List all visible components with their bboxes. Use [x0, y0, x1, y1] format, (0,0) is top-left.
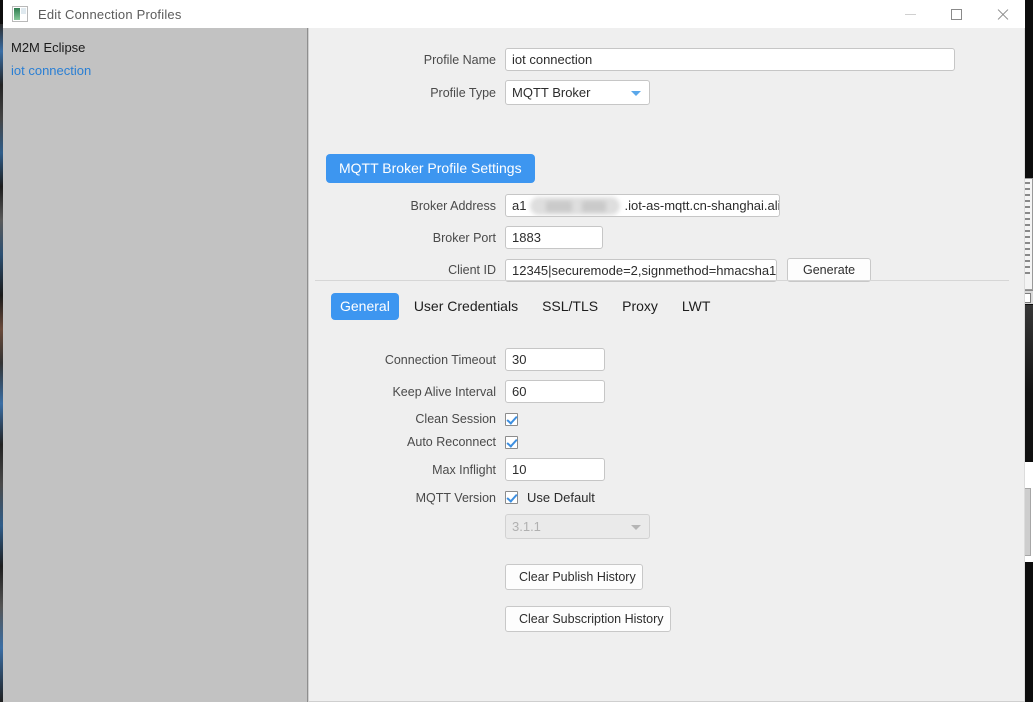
title-bar: Edit Connection Profiles	[3, 0, 1025, 28]
edit-connection-profiles-dialog: Edit Connection Profiles M2M Eclipse iot…	[3, 0, 1025, 702]
auto-reconnect-checkbox[interactable]	[505, 435, 518, 449]
connection-timeout-row: Connection Timeout 30	[309, 348, 1025, 371]
dialog-body: M2M Eclipse iot connection Profile Name …	[3, 28, 1025, 702]
connection-timeout-label: Connection Timeout	[384, 352, 496, 367]
chevron-down-icon	[631, 90, 641, 96]
profile-settings-pane: Profile Name iot connection Profile Type…	[308, 28, 1025, 702]
mqtt-version-select[interactable]: 3.1.1	[505, 514, 650, 539]
auto-reconnect-label: Auto Reconnect	[407, 435, 496, 449]
close-button[interactable]	[979, 0, 1025, 28]
tab-user-credentials[interactable]: User Credentials	[405, 293, 527, 320]
auto-reconnect-row: Auto Reconnect	[309, 435, 1025, 449]
tab-proxy[interactable]: Proxy	[613, 293, 667, 320]
keep-alive-interval-input[interactable]: 60	[505, 380, 605, 403]
profile-type-label: Profile Type	[430, 85, 496, 100]
clean-session-row: Clean Session	[309, 412, 1025, 426]
window-title: Edit Connection Profiles	[38, 6, 182, 22]
generate-client-id-button[interactable]: Generate	[787, 258, 872, 282]
profile-type-select[interactable]: MQTT Broker	[505, 80, 650, 105]
broker-address-prefix: a1	[512, 198, 527, 213]
general-tab-panel: Connection Timeout 30 Keep Alive Interva…	[309, 348, 1025, 648]
profiles-sidebar: M2M Eclipse iot connection	[3, 28, 308, 702]
minimize-icon	[904, 13, 916, 15]
use-default-version-checkbox[interactable]	[505, 491, 518, 504]
keep-alive-interval-row: Keep Alive Interval 60	[309, 380, 1025, 403]
keep-alive-interval-label: Keep Alive Interval	[392, 384, 496, 399]
profile-header-form: Profile Name iot connection Profile Type…	[309, 48, 1025, 114]
main-pane-edge	[1024, 28, 1025, 702]
client-id-label: Client ID	[448, 263, 496, 277]
use-default-label: Use Default	[527, 490, 595, 505]
connection-timeout-input[interactable]: 30	[505, 348, 605, 371]
max-inflight-input[interactable]: 10	[505, 458, 605, 481]
mqtt-version-row: MQTT Version Use Default	[309, 490, 1025, 505]
sidebar-item-label: M2M Eclipse	[11, 40, 86, 55]
clear-publish-history-row: Clear Publish History	[309, 564, 1025, 597]
broker-address-value: .iot-as-mqtt.cn-shanghai.aliyuncs.c	[624, 198, 780, 213]
broker-address-row: Broker Address a1 .iot-as-mqtt.cn-shangh…	[309, 194, 1025, 217]
tab-general[interactable]: General	[331, 293, 399, 320]
broker-form: Broker Address a1 .iot-as-mqtt.cn-shangh…	[309, 194, 1025, 291]
sidebar-item-iot-connection[interactable]: iot connection	[3, 59, 307, 82]
profile-type-value: MQTT Broker	[512, 85, 591, 100]
minimize-button[interactable]	[887, 0, 933, 28]
maximize-button[interactable]	[933, 0, 979, 28]
mqtt-version-label: MQTT Version	[415, 490, 496, 505]
clear-subscription-history-button[interactable]: Clear Subscription History	[505, 606, 671, 632]
max-inflight-label: Max Inflight	[432, 462, 496, 477]
mqtt-version-value: 3.1.1	[512, 519, 541, 534]
version-select-row: 3.1.1	[309, 514, 1025, 539]
close-icon	[996, 8, 1009, 21]
section-divider	[315, 280, 1009, 281]
app-icon	[12, 6, 28, 22]
profile-name-input[interactable]: iot connection	[505, 48, 955, 71]
client-id-row: Client ID 12345|securemode=2,signmethod=…	[309, 258, 1025, 282]
sidebar-item-m2m-eclipse[interactable]: M2M Eclipse	[3, 36, 307, 59]
broker-port-label: Broker Port	[432, 230, 496, 245]
clean-session-checkbox[interactable]	[505, 412, 518, 426]
broker-settings-header: MQTT Broker Profile Settings	[326, 154, 535, 183]
window-controls	[887, 0, 1025, 28]
broker-address-label: Broker Address	[410, 198, 496, 213]
broker-port-input[interactable]: 1883	[505, 226, 603, 249]
maximize-icon	[950, 8, 962, 20]
tab-ssl-tls[interactable]: SSL/TLS	[533, 293, 607, 320]
max-inflight-row: Max Inflight 10	[309, 458, 1025, 481]
broker-address-input[interactable]: a1 .iot-as-mqtt.cn-shanghai.aliyuncs.c	[505, 194, 780, 217]
chevron-down-icon	[631, 524, 641, 530]
profile-name-row: Profile Name iot connection	[309, 48, 1025, 71]
profile-type-row: Profile Type MQTT Broker	[309, 80, 1025, 105]
client-id-input[interactable]: 12345|securemode=2,signmethod=hmacsha1|	[505, 258, 777, 282]
redacted-overlay	[530, 197, 620, 215]
clear-publish-history-button[interactable]: Clear Publish History	[505, 564, 643, 590]
tab-lwt[interactable]: LWT	[673, 293, 720, 320]
clear-subscription-history-row: Clear Subscription History	[309, 606, 1025, 639]
clean-session-label: Clean Session	[415, 412, 496, 426]
settings-tabs: General User Credentials SSL/TLS Proxy L…	[331, 293, 725, 320]
broker-port-row: Broker Port 1883	[309, 226, 1025, 249]
sidebar-item-label: iot connection	[11, 63, 92, 78]
profile-name-label: Profile Name	[423, 52, 496, 67]
